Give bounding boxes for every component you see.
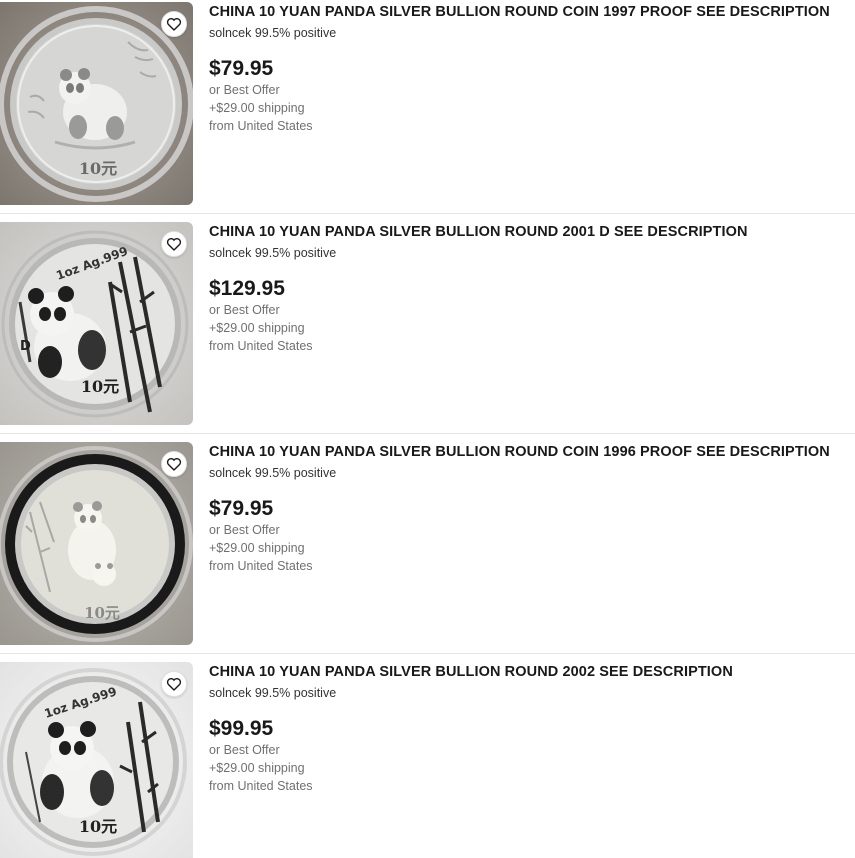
heart-icon	[166, 18, 182, 31]
shipping-cost: +$29.00 shipping	[209, 321, 305, 335]
coin-denomination: 10元	[79, 817, 117, 836]
item-price: $79.95	[209, 57, 274, 80]
item-location: from United States	[209, 559, 313, 573]
best-offer-label: or Best Offer	[209, 523, 280, 537]
shipping-cost: +$29.00 shipping	[209, 101, 305, 115]
divider	[0, 653, 855, 654]
item-info: CHINA 10 YUAN PANDA SILVER BULLION ROUND…	[209, 223, 849, 355]
item-info: CHINA 10 YUAN PANDA SILVER BULLION ROUND…	[209, 443, 849, 575]
shipping-cost: +$29.00 shipping	[209, 761, 305, 775]
search-results-list: 10元 CHINA 10 YUAN PANDA SILVER BULLION R…	[0, 0, 855, 858]
item-location: from United States	[209, 119, 313, 133]
listing-item[interactable]: 10元 CHINA 10 YUAN PANDA SILVER BULLION R…	[0, 440, 855, 660]
item-price: $99.95	[209, 717, 274, 740]
listing-item[interactable]: 10元 CHINA 10 YUAN PANDA SILVER BULLION R…	[0, 0, 855, 220]
watch-button[interactable]	[161, 671, 187, 697]
seller-info: solncek 99.5% positive	[209, 26, 337, 40]
item-title-link[interactable]: CHINA 10 YUAN PANDA SILVER BULLION ROUND…	[209, 443, 849, 461]
seller-info: solncek 99.5% positive	[209, 686, 337, 700]
item-price: $129.95	[209, 277, 285, 300]
heart-icon	[166, 458, 182, 471]
best-offer-label: or Best Offer	[209, 303, 280, 317]
item-title-link[interactable]: CHINA 10 YUAN PANDA SILVER BULLION ROUND…	[209, 3, 849, 21]
item-price: $79.95	[209, 497, 274, 520]
item-title-link[interactable]: CHINA 10 YUAN PANDA SILVER BULLION ROUND…	[209, 663, 849, 681]
coin-denomination: 10元	[79, 159, 117, 178]
item-location: from United States	[209, 339, 313, 353]
divider	[0, 433, 855, 434]
coin-denomination: 10元	[81, 377, 119, 396]
seller-info: solncek 99.5% positive	[209, 246, 337, 260]
listing-item[interactable]: 1oz Ag.999 D 10元 CHINA 10 YUAN PANDA SIL…	[0, 220, 855, 440]
watch-button[interactable]	[161, 11, 187, 37]
heart-icon	[166, 678, 182, 691]
watch-button[interactable]	[161, 451, 187, 477]
coin-mint-mark: D	[20, 339, 31, 354]
divider	[0, 213, 855, 214]
best-offer-label: or Best Offer	[209, 743, 280, 757]
seller-info: solncek 99.5% positive	[209, 466, 337, 480]
best-offer-label: or Best Offer	[209, 83, 280, 97]
item-info: CHINA 10 YUAN PANDA SILVER BULLION ROUND…	[209, 3, 849, 135]
item-location: from United States	[209, 779, 313, 793]
coin-denomination: 10元	[84, 604, 120, 622]
item-title-link[interactable]: CHINA 10 YUAN PANDA SILVER BULLION ROUND…	[209, 223, 849, 241]
listing-item[interactable]: 1oz Ag.999 10元 CHINA 10 YUAN PANDA SILVE…	[0, 660, 855, 858]
watch-button[interactable]	[161, 231, 187, 257]
shipping-cost: +$29.00 shipping	[209, 541, 305, 555]
item-info: CHINA 10 YUAN PANDA SILVER BULLION ROUND…	[209, 663, 849, 795]
heart-icon	[166, 238, 182, 251]
